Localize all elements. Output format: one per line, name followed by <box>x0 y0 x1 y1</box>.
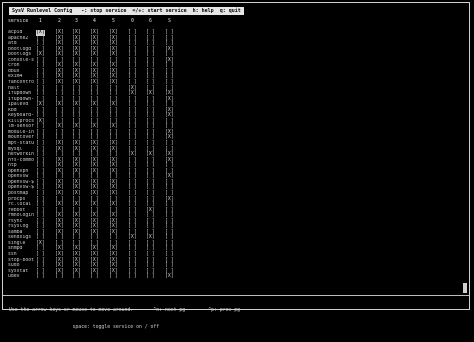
runlevel-checkbox[interactable]: [ ] <box>128 274 137 280</box>
runlevel-checkbox[interactable]: [ ] <box>72 274 81 280</box>
footer-line-1: Use the arrow keys or mouse to move arou… <box>9 308 241 314</box>
terminal-window: SysV Runlevel Config -: stop service =/+… <box>2 2 470 330</box>
runlevel-checkbox[interactable]: [ ] <box>55 274 64 280</box>
footer-divider <box>3 295 469 296</box>
runlevel-checkbox[interactable]: [X] <box>165 274 174 280</box>
scrollbar[interactable] <box>463 283 467 293</box>
runlevel-checkbox[interactable]: [ ] <box>90 274 99 280</box>
runlevel-checkbox[interactable]: [ ] <box>36 274 45 280</box>
footer-help: Use the arrow keys or mouse to move arou… <box>9 297 459 342</box>
service-name: udev <box>8 274 20 280</box>
title-bar: SysV Runlevel Config -: stop service =/+… <box>9 7 244 15</box>
service-row: udev [ ] [ ] [ ] [ ] [ ] [ ] [ ] [X] <box>8 274 468 280</box>
runlevel-checkbox[interactable]: [ ] <box>109 274 118 280</box>
footer-line-2: space: toggle service on / off <box>9 324 160 330</box>
runlevel-checkbox[interactable]: [ ] <box>146 274 155 280</box>
runlevel-grid: service 1 2 3 4 5 0 6 Sacpid [X] [X] [X] [X] [X][ ][ … <box>8 19 468 280</box>
